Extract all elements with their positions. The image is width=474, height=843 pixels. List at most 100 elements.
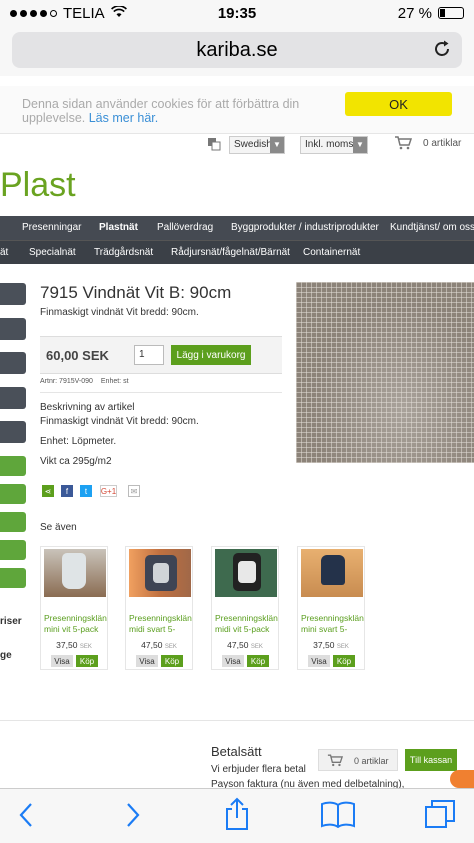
related-product-image — [44, 549, 106, 597]
buy-button[interactable]: Köp — [333, 655, 355, 667]
tax-value: Inkl. moms — [305, 139, 354, 150]
tax-select[interactable]: Inkl. moms ▼ — [300, 136, 368, 154]
facebook-icon[interactable]: f — [61, 485, 73, 497]
related-product-card[interactable]: Presenningsklän mini vit 5-pack 37,50 SEK… — [40, 546, 108, 670]
nav-item-palloverdrag[interactable]: Pallöverdrag — [157, 222, 213, 233]
tools-bar: Swedish ▼ Inkl. moms ▼ 0 artiklar — [0, 134, 474, 159]
related-product-card[interactable]: Presenningsklän mini svart 5- 37,50 SEK V… — [297, 546, 365, 670]
product-subtitle: Finmaskigt vindnät Vit bredd: 90cm. — [40, 307, 199, 318]
language-select[interactable]: Swedish ▼ — [229, 136, 285, 154]
carrier-label: TELIA — [63, 4, 105, 22]
view-button[interactable]: Visa — [51, 655, 73, 667]
bookmarks-icon[interactable] — [320, 800, 356, 835]
related-product-price: 37,50 SEK — [56, 640, 92, 650]
sidebar-item[interactable] — [0, 568, 26, 588]
sub-nav-item-tradgardsnat[interactable]: Trädgårdsnät — [94, 247, 153, 258]
description-unit: Enhet: Löpmeter. — [40, 436, 117, 447]
related-product-card[interactable]: Presenningsklän midi svart 5- 47,50 SEK V… — [125, 546, 193, 670]
buy-button[interactable]: Köp — [247, 655, 269, 667]
sidebar-item[interactable] — [0, 283, 26, 305]
sidebar-item[interactable] — [0, 318, 26, 340]
sidebar-text: riser — [0, 616, 22, 627]
sub-nav-item-partial[interactable]: ät — [0, 247, 8, 258]
sidebar-text: ge — [0, 650, 12, 661]
sidebar-item[interactable] — [0, 512, 26, 532]
sidebar-item[interactable] — [0, 352, 26, 374]
address-bar[interactable]: kariba.se — [12, 32, 462, 68]
sub-nav-item-specialnat[interactable]: Specialnät — [29, 247, 76, 258]
sub-nav-item-radjursnat[interactable]: Rådjursnät/fågelnät/Bärnät — [171, 247, 290, 258]
nav-item-plastnat[interactable]: Plastnät — [99, 222, 138, 233]
cookie-banner: Denna sidan använder cookies för att för… — [0, 86, 474, 134]
related-product-name: Presenningsklän mini vit 5-pack — [44, 613, 107, 634]
cookie-text: Denna sidan använder cookies för att för… — [22, 97, 322, 125]
payment-heading: Betalsätt — [211, 744, 262, 759]
cart-count[interactable]: 0 artiklar — [423, 138, 461, 149]
floating-cart[interactable]: 0 artiklar — [318, 749, 398, 771]
wifi-icon — [110, 4, 127, 21]
address-bar-container: kariba.se — [0, 26, 474, 76]
share-sheet-icon[interactable] — [224, 797, 250, 838]
article-number: Artnr: 7915V-090 Enhet: st — [40, 378, 129, 385]
price-box: 60,00 SEK 1 Lägg i varukorg — [40, 336, 282, 374]
mail-icon[interactable]: ✉ — [128, 485, 140, 497]
sidebar-item[interactable] — [0, 387, 26, 409]
sidebar-item[interactable] — [0, 484, 26, 504]
artnr-value: Artnr: 7915V-090 — [40, 378, 93, 385]
back-icon[interactable] — [18, 801, 34, 836]
view-button[interactable]: Visa — [308, 655, 330, 667]
chevron-down-icon: ▼ — [353, 137, 367, 153]
url-text: kariba.se — [196, 38, 278, 61]
product-image[interactable] — [296, 282, 474, 463]
nav-item-presenningar[interactable]: Presenningar — [22, 222, 81, 233]
browser-toolbar — [0, 788, 474, 843]
nav-item-byggprodukter[interactable]: Byggprodukter / industriprodukter — [231, 222, 379, 233]
description-heading: Beskrivning av artikel — [40, 402, 135, 413]
related-product-name: Presenningsklän mini svart 5- — [301, 613, 364, 634]
site-logo[interactable]: Plast — [0, 166, 76, 205]
related-product-card[interactable]: Presenningsklän midi vit 5-pack 47,50 SEK… — [211, 546, 279, 670]
sidebar-item[interactable] — [0, 421, 26, 443]
sidebar-item[interactable] — [0, 540, 26, 560]
description-text: Finmaskigt vindnät Vit bredd: 90cm. — [40, 416, 199, 427]
sub-nav-item-containernat[interactable]: Containernät — [303, 247, 360, 258]
reload-icon[interactable] — [432, 39, 452, 65]
share-icon[interactable]: ⋖ — [42, 485, 54, 497]
tabs-icon[interactable] — [424, 799, 456, 836]
divider — [0, 720, 474, 721]
add-to-cart-button[interactable]: Lägg i varukorg — [171, 345, 251, 365]
unit-value: Enhet: st — [100, 378, 129, 385]
view-button[interactable]: Visa — [136, 655, 158, 667]
google-plus-icon[interactable]: G+1 — [100, 485, 117, 497]
battery-icon — [438, 7, 464, 19]
signal-icon — [10, 9, 57, 17]
checkout-button[interactable]: Till kassan — [405, 749, 457, 771]
related-product-name: Presenningsklän midi vit 5-pack — [215, 613, 278, 634]
related-product-image — [301, 549, 363, 597]
related-product-price: 37,50 SEK — [313, 640, 349, 650]
nav-item-kundtjanst[interactable]: Kundtjänst/ om oss — [390, 222, 474, 233]
forward-icon[interactable] — [125, 801, 141, 836]
divider — [40, 392, 282, 393]
cart-icon[interactable] — [394, 136, 413, 153]
quantity-input[interactable]: 1 — [134, 345, 164, 365]
view-button[interactable]: Visa — [222, 655, 244, 667]
product-title: 7915 Vindnät Vit B: 90cm — [40, 283, 232, 302]
translate-icon — [207, 137, 221, 154]
twitter-icon[interactable]: t — [80, 485, 92, 497]
buy-button[interactable]: Köp — [76, 655, 98, 667]
chevron-down-icon: ▼ — [270, 137, 284, 153]
buy-button[interactable]: Köp — [161, 655, 183, 667]
sidebar-item[interactable] — [0, 456, 26, 476]
cookie-read-more-link[interactable]: Läs mer här. — [89, 111, 158, 125]
cookie-message: Denna sidan använder cookies för att för… — [22, 97, 300, 125]
related-product-price: 47,50 SEK — [227, 640, 263, 650]
description-weight: Vikt ca 295g/m2 — [40, 456, 112, 467]
payment-line: Vi erbjuder flera betal — [211, 764, 306, 775]
floating-cart-count: 0 artiklar — [354, 756, 389, 766]
related-product-image — [215, 549, 277, 597]
cookie-ok-button[interactable]: OK — [345, 92, 452, 116]
main-nav: Presenningar Plastnät Pallöverdrag Byggp… — [0, 216, 474, 240]
battery-percent: 27 % — [397, 4, 432, 22]
chat-widget-icon[interactable] — [450, 770, 474, 788]
